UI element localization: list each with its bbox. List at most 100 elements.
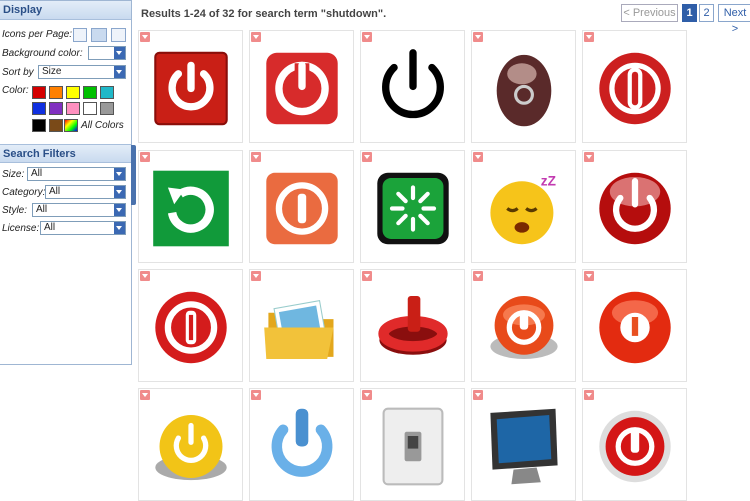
background-color-select[interactable] [88,46,126,60]
page-2-button[interactable]: 2 [699,4,714,22]
favorite-toggle-icon[interactable] [140,390,150,400]
chevron-down-icon [114,222,125,234]
style-select[interactable]: All [32,203,126,217]
icon-cell[interactable] [138,150,243,263]
favorite-toggle-icon[interactable] [584,152,594,162]
favorite-toggle-icon[interactable] [251,152,261,162]
sidebar-collapse-handle[interactable] [131,145,136,205]
favorite-toggle-icon[interactable] [473,32,483,42]
favorite-toggle-icon[interactable] [140,152,150,162]
icon-cell[interactable] [249,30,354,143]
power-button-red-icon[interactable] [149,285,233,372]
color-swatch[interactable] [66,102,80,115]
color-swatch[interactable] [32,102,46,115]
sidebar: Display Icons per Page: Background color… [0,0,132,365]
power-symbol-blue-glass-icon[interactable] [260,404,344,491]
icon-cell[interactable] [138,30,243,143]
power-button-red-chrome-icon[interactable] [593,404,677,491]
color-label: Color: [2,84,29,96]
power-button-red-3d-icon[interactable] [593,285,677,372]
folder-open-icon[interactable] [260,285,344,372]
icon-cell[interactable] [582,269,687,382]
sleeping-emoji-icon[interactable]: zZ [482,166,566,253]
svg-text:zZ: zZ [540,173,555,188]
computer-monitor-icon[interactable] [482,404,566,491]
favorite-toggle-icon[interactable] [140,271,150,281]
favorite-toggle-icon[interactable] [362,152,372,162]
power-button-yellow-icon[interactable] [149,404,233,491]
favorite-toggle-icon[interactable] [584,390,594,400]
license-label: License: [2,222,40,234]
favorite-toggle-icon[interactable] [362,32,372,42]
favorite-toggle-icon[interactable] [584,271,594,281]
color-swatch[interactable] [100,86,114,99]
color-swatch[interactable] [32,119,46,132]
favorite-toggle-icon[interactable] [251,32,261,42]
icon-cell[interactable] [471,269,576,382]
favorite-toggle-icon[interactable] [473,271,483,281]
power-symbol-3d-red-icon[interactable] [371,285,455,372]
sort-by-select[interactable]: Size [38,65,126,79]
grid-small-icon[interactable] [73,28,87,42]
color-swatch[interactable] [32,86,46,99]
power-button-red-square-icon[interactable] [149,46,233,133]
icon-cell[interactable] [471,30,576,143]
color-swatch[interactable] [100,102,114,115]
size-select[interactable]: All [27,167,126,181]
icon-cell[interactable] [360,30,465,143]
favorite-toggle-icon[interactable] [140,32,150,42]
power-button-orange-tile-icon[interactable] [260,166,344,253]
icon-cell[interactable] [360,269,465,382]
category-select[interactable]: All [45,185,126,199]
icon-cell[interactable] [138,388,243,501]
favorite-toggle-icon[interactable] [584,32,594,42]
favorite-toggle-icon[interactable] [251,390,261,400]
grid-medium-icon[interactable] [91,28,107,42]
icon-cell[interactable]: zZ [471,150,576,263]
icon-cell[interactable] [249,269,354,382]
favorite-toggle-icon[interactable] [362,271,372,281]
color-swatch[interactable] [83,86,97,99]
color-swatch[interactable] [49,102,63,115]
next-page-button[interactable]: Next > [718,4,750,35]
sort-by-label: Sort by [2,66,34,78]
power-symbol-black-icon[interactable] [371,46,455,133]
grid-large-icon[interactable] [111,28,126,42]
chevron-down-icon [114,47,125,59]
icon-cell[interactable] [471,388,576,501]
favorite-toggle-icon[interactable] [362,390,372,400]
power-button-glossy-red-icon[interactable] [593,166,677,253]
license-select[interactable]: All [40,221,126,235]
category-row: Category: [0,182,47,202]
power-button-orange-3d-icon[interactable] [482,285,566,372]
icon-cell[interactable] [582,388,687,501]
icon-cell[interactable] [249,388,354,501]
all-colors-link[interactable]: All Colors [81,120,124,131]
all-colors-swatch[interactable] [64,119,78,132]
icon-cell[interactable] [582,30,687,143]
color-swatch[interactable] [49,119,63,132]
color-swatch[interactable] [83,102,97,115]
loading-green-button-icon[interactable] [371,166,455,253]
power-button-red-rounded-icon[interactable] [260,46,344,133]
license-row: License: [0,218,41,238]
favorite-toggle-icon[interactable] [473,390,483,400]
icon-cell[interactable] [582,150,687,263]
light-switch-icon[interactable] [371,404,455,491]
page-1-button[interactable]: 1 [682,4,697,22]
icon-cell[interactable] [249,150,354,263]
size-label: Size: [2,168,25,180]
color-swatch[interactable] [66,86,80,99]
search-filters-title: Search Filters [0,144,131,163]
icon-cell[interactable] [138,269,243,382]
icon-cell[interactable] [360,388,465,501]
favorite-toggle-icon[interactable] [251,271,261,281]
favorite-toggle-icon[interactable] [473,152,483,162]
power-button-red-circle-icon[interactable] [593,46,677,133]
glossy-brown-orb-icon[interactable] [482,46,566,133]
restart-green-arrow-icon[interactable] [149,166,233,253]
icon-cell[interactable] [360,150,465,263]
color-row: Color: [0,80,31,100]
previous-page-button[interactable]: < Previous [621,4,678,22]
color-swatch[interactable] [49,86,63,99]
